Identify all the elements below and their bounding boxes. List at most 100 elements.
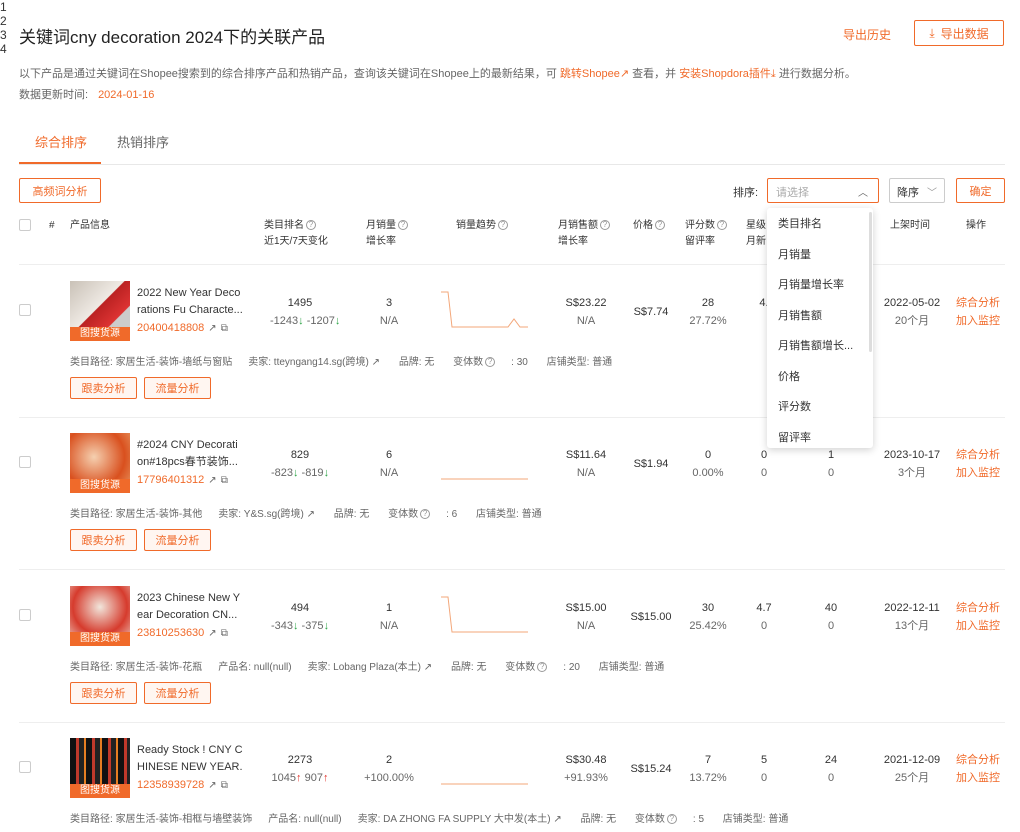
add-monitor-link[interactable]: 加入监控 (956, 772, 1000, 784)
product-meta: 类目路径: 家居生活-装饰-花瓶 产品名: null(null) 卖家: Loban… (70, 662, 665, 673)
sort-option-revenue-growth[interactable]: 月销售额增长... (767, 330, 873, 361)
image-search-badge[interactable]: 图搜货源 (70, 784, 130, 798)
product-name[interactable]: Ready Stock ! CNY C HINESE NEW YEAR... (137, 742, 243, 776)
help-icon: ? (600, 220, 610, 230)
sales-trend-sparkline (441, 783, 528, 785)
cat-rank: 494 -343↓ -375↓ (270, 602, 330, 632)
cat-rank: 1495 -1243↓ -1207↓ (270, 297, 341, 327)
product-name[interactable]: 2022 New Year Deco rations Fu Characte... (137, 285, 243, 319)
keyword-analysis-button[interactable]: 高频词分析 (19, 178, 101, 203)
product-thumbnail[interactable]: 图搜货源 (70, 738, 130, 798)
product-id[interactable]: 23810253630 ↗ ⧉ (137, 627, 228, 639)
follow-sell-analysis-button[interactable]: 跟卖分析 (70, 377, 137, 399)
col-listed[interactable]: 上架时间 (890, 218, 930, 234)
product-meta: 类目路径: 家居生活-装饰-其他 卖家: Y&S.sg(跨境) ↗ 品牌: 无 变… (70, 509, 542, 520)
traffic-analysis-button[interactable]: 流量分析 (144, 682, 211, 704)
listed-date: 2023-10-17 3个月 (883, 449, 941, 479)
external-link-icon[interactable]: ↗ (208, 628, 216, 639)
external-link-icon[interactable]: ↗ (553, 814, 561, 825)
jump-shopee-link[interactable]: 跳转Shopee (560, 68, 620, 80)
product-thumbnail[interactable]: 图搜货源 (70, 586, 130, 646)
add-monitor-link[interactable]: 加入监控 (956, 467, 1000, 479)
product-name[interactable]: 2023 Chinese New Year Decoration CN... (137, 590, 243, 624)
install-plugin-link[interactable]: 安装Shopdora插件 (679, 68, 771, 80)
row-checkbox[interactable] (19, 609, 31, 621)
sort-option-cat-rank[interactable]: 类目排名 (767, 208, 873, 239)
tab-comprehensive[interactable]: 综合排序 (35, 132, 87, 151)
external-link-icon[interactable]: ↗ (208, 475, 216, 486)
external-link-icon[interactable]: ↗ (208, 780, 216, 791)
col-product: 产品信息 (70, 220, 110, 231)
col-monthly-revenue[interactable]: 月销售额? 增长率 (558, 218, 610, 250)
export-data-button[interactable]: ⤓ 导出数据 (914, 20, 1004, 46)
col-rating[interactable]: 评分数? 留评率 (685, 218, 727, 250)
sort-option-price[interactable]: 价格 (767, 361, 873, 392)
product-thumbnail[interactable]: 图搜货源 (70, 433, 130, 493)
sort-option-monthly-revenue[interactable]: 月销售额 (767, 300, 873, 331)
monthly-sales: 3 N/A (379, 297, 399, 327)
comprehensive-analysis-link[interactable]: 综合分析 (956, 297, 1000, 309)
rating-count: 7 13.72% (689, 754, 727, 784)
price: S$1.94 (633, 458, 669, 470)
product-id[interactable]: 12358939728 ↗ ⧉ (137, 779, 228, 791)
copy-icon[interactable]: ⧉ (221, 780, 228, 791)
confirm-button[interactable]: 确定 (956, 178, 1005, 203)
row-checkbox[interactable] (19, 761, 31, 773)
product-meta: 类目路径: 家居生活-装饰-墙纸与窗贴 卖家: tteyngang14.sg(跨境… (70, 357, 613, 368)
monthly-sales: 1 N/A (379, 602, 399, 632)
row-checkbox[interactable] (19, 456, 31, 468)
external-link-icon[interactable]: ↗ (372, 357, 380, 368)
traffic-analysis-button[interactable]: 流量分析 (144, 377, 211, 399)
copy-icon[interactable]: ⧉ (221, 628, 228, 639)
add-monitor-link[interactable]: 加入监控 (956, 315, 1000, 327)
monthly-new-reviews: 40 0 (824, 602, 838, 632)
external-link-icon[interactable]: ↗ (424, 662, 432, 673)
select-all-checkbox[interactable] (19, 219, 31, 231)
external-link-icon: ↗ (619, 68, 630, 80)
price: S$15.24 (630, 763, 672, 775)
col-star[interactable]: 星级 月新 (746, 218, 766, 250)
comprehensive-analysis-link[interactable]: 综合分析 (956, 602, 1000, 614)
col-sales-trend: 销量趋势? (456, 218, 508, 234)
follow-sell-analysis-button[interactable]: 跟卖分析 (70, 529, 137, 551)
sales-trend-sparkline (441, 478, 528, 480)
order-select[interactable]: 降序 ﹀ (889, 178, 945, 203)
follow-sell-analysis-button[interactable]: 跟卖分析 (70, 682, 137, 704)
cat-rank: 2273 1045↑ 907↑ (271, 754, 329, 784)
image-search-badge[interactable]: 图搜货源 (70, 327, 130, 341)
sort-option-rating[interactable]: 评分数 (767, 391, 873, 422)
export-history-link[interactable]: 导出历史 (843, 26, 891, 43)
tab-bar: 综合排序 热销排序 (19, 118, 1005, 165)
product-name[interactable]: #2024 CNY Decorati on#18pcs春节装饰... (137, 437, 243, 471)
product-meta: 类目路径: 家居生活-装饰-相框与墙壁装饰 产品名: null(null) 卖家: … (70, 814, 789, 825)
copy-icon[interactable]: ⧉ (221, 323, 228, 334)
help-icon: ? (655, 220, 665, 230)
dropdown-scrollbar[interactable] (869, 212, 872, 352)
sort-option-monthly-sales[interactable]: 月销量 (767, 239, 873, 270)
col-cat-rank[interactable]: 类目排名? 近1天/7天变化 (264, 218, 328, 250)
sort-option-review-rate[interactable]: 留评率 (767, 422, 873, 449)
cat-rank: 829 -823↓ -819↓ (270, 449, 330, 479)
col-price[interactable]: 价格? (633, 218, 665, 234)
sort-dropdown-menu: 类目排名 月销量 月销量增长率 月销售额 月销售额增长... 价格 评分数 留评… (767, 208, 873, 448)
traffic-analysis-button[interactable]: 流量分析 (144, 529, 211, 551)
image-search-badge[interactable]: 图搜货源 (70, 479, 130, 493)
external-link-icon[interactable]: ↗ (307, 509, 315, 520)
col-monthly-sales[interactable]: 月销量? 增长率 (366, 218, 408, 250)
product-id[interactable]: 20400418808 ↗ ⧉ (137, 322, 228, 334)
product-thumbnail[interactable]: 图搜货源 (70, 281, 130, 341)
image-search-badge[interactable]: 图搜货源 (70, 632, 130, 646)
copy-icon[interactable]: ⧉ (221, 475, 228, 486)
comprehensive-analysis-link[interactable]: 综合分析 (956, 754, 1000, 766)
tab-hot-sales[interactable]: 热销排序 (117, 132, 169, 151)
sort-select[interactable]: 请选择 ︿ (767, 178, 879, 203)
monthly-revenue: S$23.22 N/A (565, 297, 607, 327)
comprehensive-analysis-link[interactable]: 综合分析 (956, 449, 1000, 461)
product-id[interactable]: 17796401312 ↗ ⧉ (137, 474, 228, 486)
row-divider (19, 569, 1005, 570)
add-monitor-link[interactable]: 加入监控 (956, 620, 1000, 632)
sort-option-sales-growth[interactable]: 月销量增长率 (767, 269, 873, 300)
external-link-icon[interactable]: ↗ (208, 323, 216, 334)
monthly-new-reviews: 24 0 (824, 754, 838, 784)
row-checkbox[interactable] (19, 304, 31, 316)
